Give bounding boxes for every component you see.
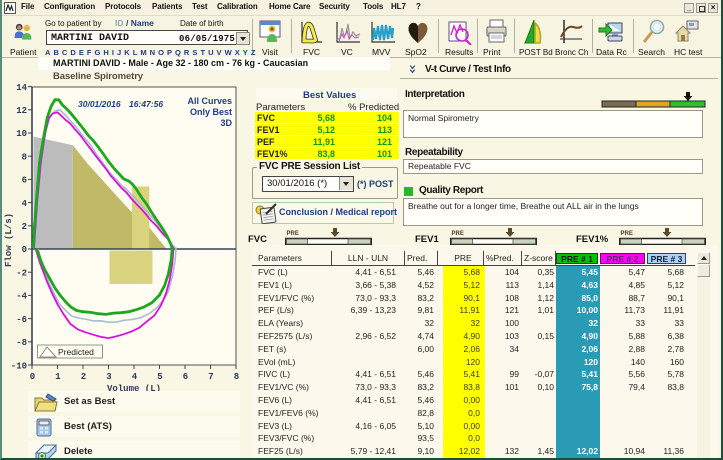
svg-text:PRE: PRE [452,231,464,237]
svg-text:6: 6 [183,372,188,382]
svg-text:-2: -2 [16,269,27,279]
svg-text:-4: -4 [16,292,27,302]
svg-text:Flow (L/s): Flow (L/s) [4,213,14,267]
svg-text:PRE: PRE [621,231,633,237]
svg-text:-10: -10 [11,362,27,372]
svg-text:2: 2 [22,222,27,232]
svg-text:8: 8 [22,153,27,163]
svg-text:7: 7 [208,372,213,382]
svg-text:4: 4 [132,372,138,382]
svg-text:0: 0 [22,245,27,255]
svg-text:0: 0 [30,372,35,382]
svg-text:PRE: PRE [287,231,299,237]
svg-text:12: 12 [16,106,27,116]
svg-text:1: 1 [55,372,61,382]
svg-text:10: 10 [16,129,27,139]
svg-text:-6: -6 [16,315,27,325]
svg-text:-8: -8 [16,338,27,348]
svg-text:6: 6 [22,176,27,186]
svg-text:4: 4 [22,199,28,209]
svg-text:14: 14 [16,83,27,93]
svg-text:8: 8 [234,372,239,382]
svg-text:Predicted: Predicted [58,347,94,357]
svg-text:Only Best: Only Best [190,107,232,117]
svg-text:All Curves: All Curves [187,96,232,106]
svg-text:30/01/2016 16:47:56: 30/01/2016 16:47:56 [78,99,163,109]
svg-text:3D: 3D [220,118,232,128]
svg-text:5: 5 [157,372,162,382]
svg-text:2: 2 [81,372,86,382]
svg-text:3: 3 [106,372,111,382]
